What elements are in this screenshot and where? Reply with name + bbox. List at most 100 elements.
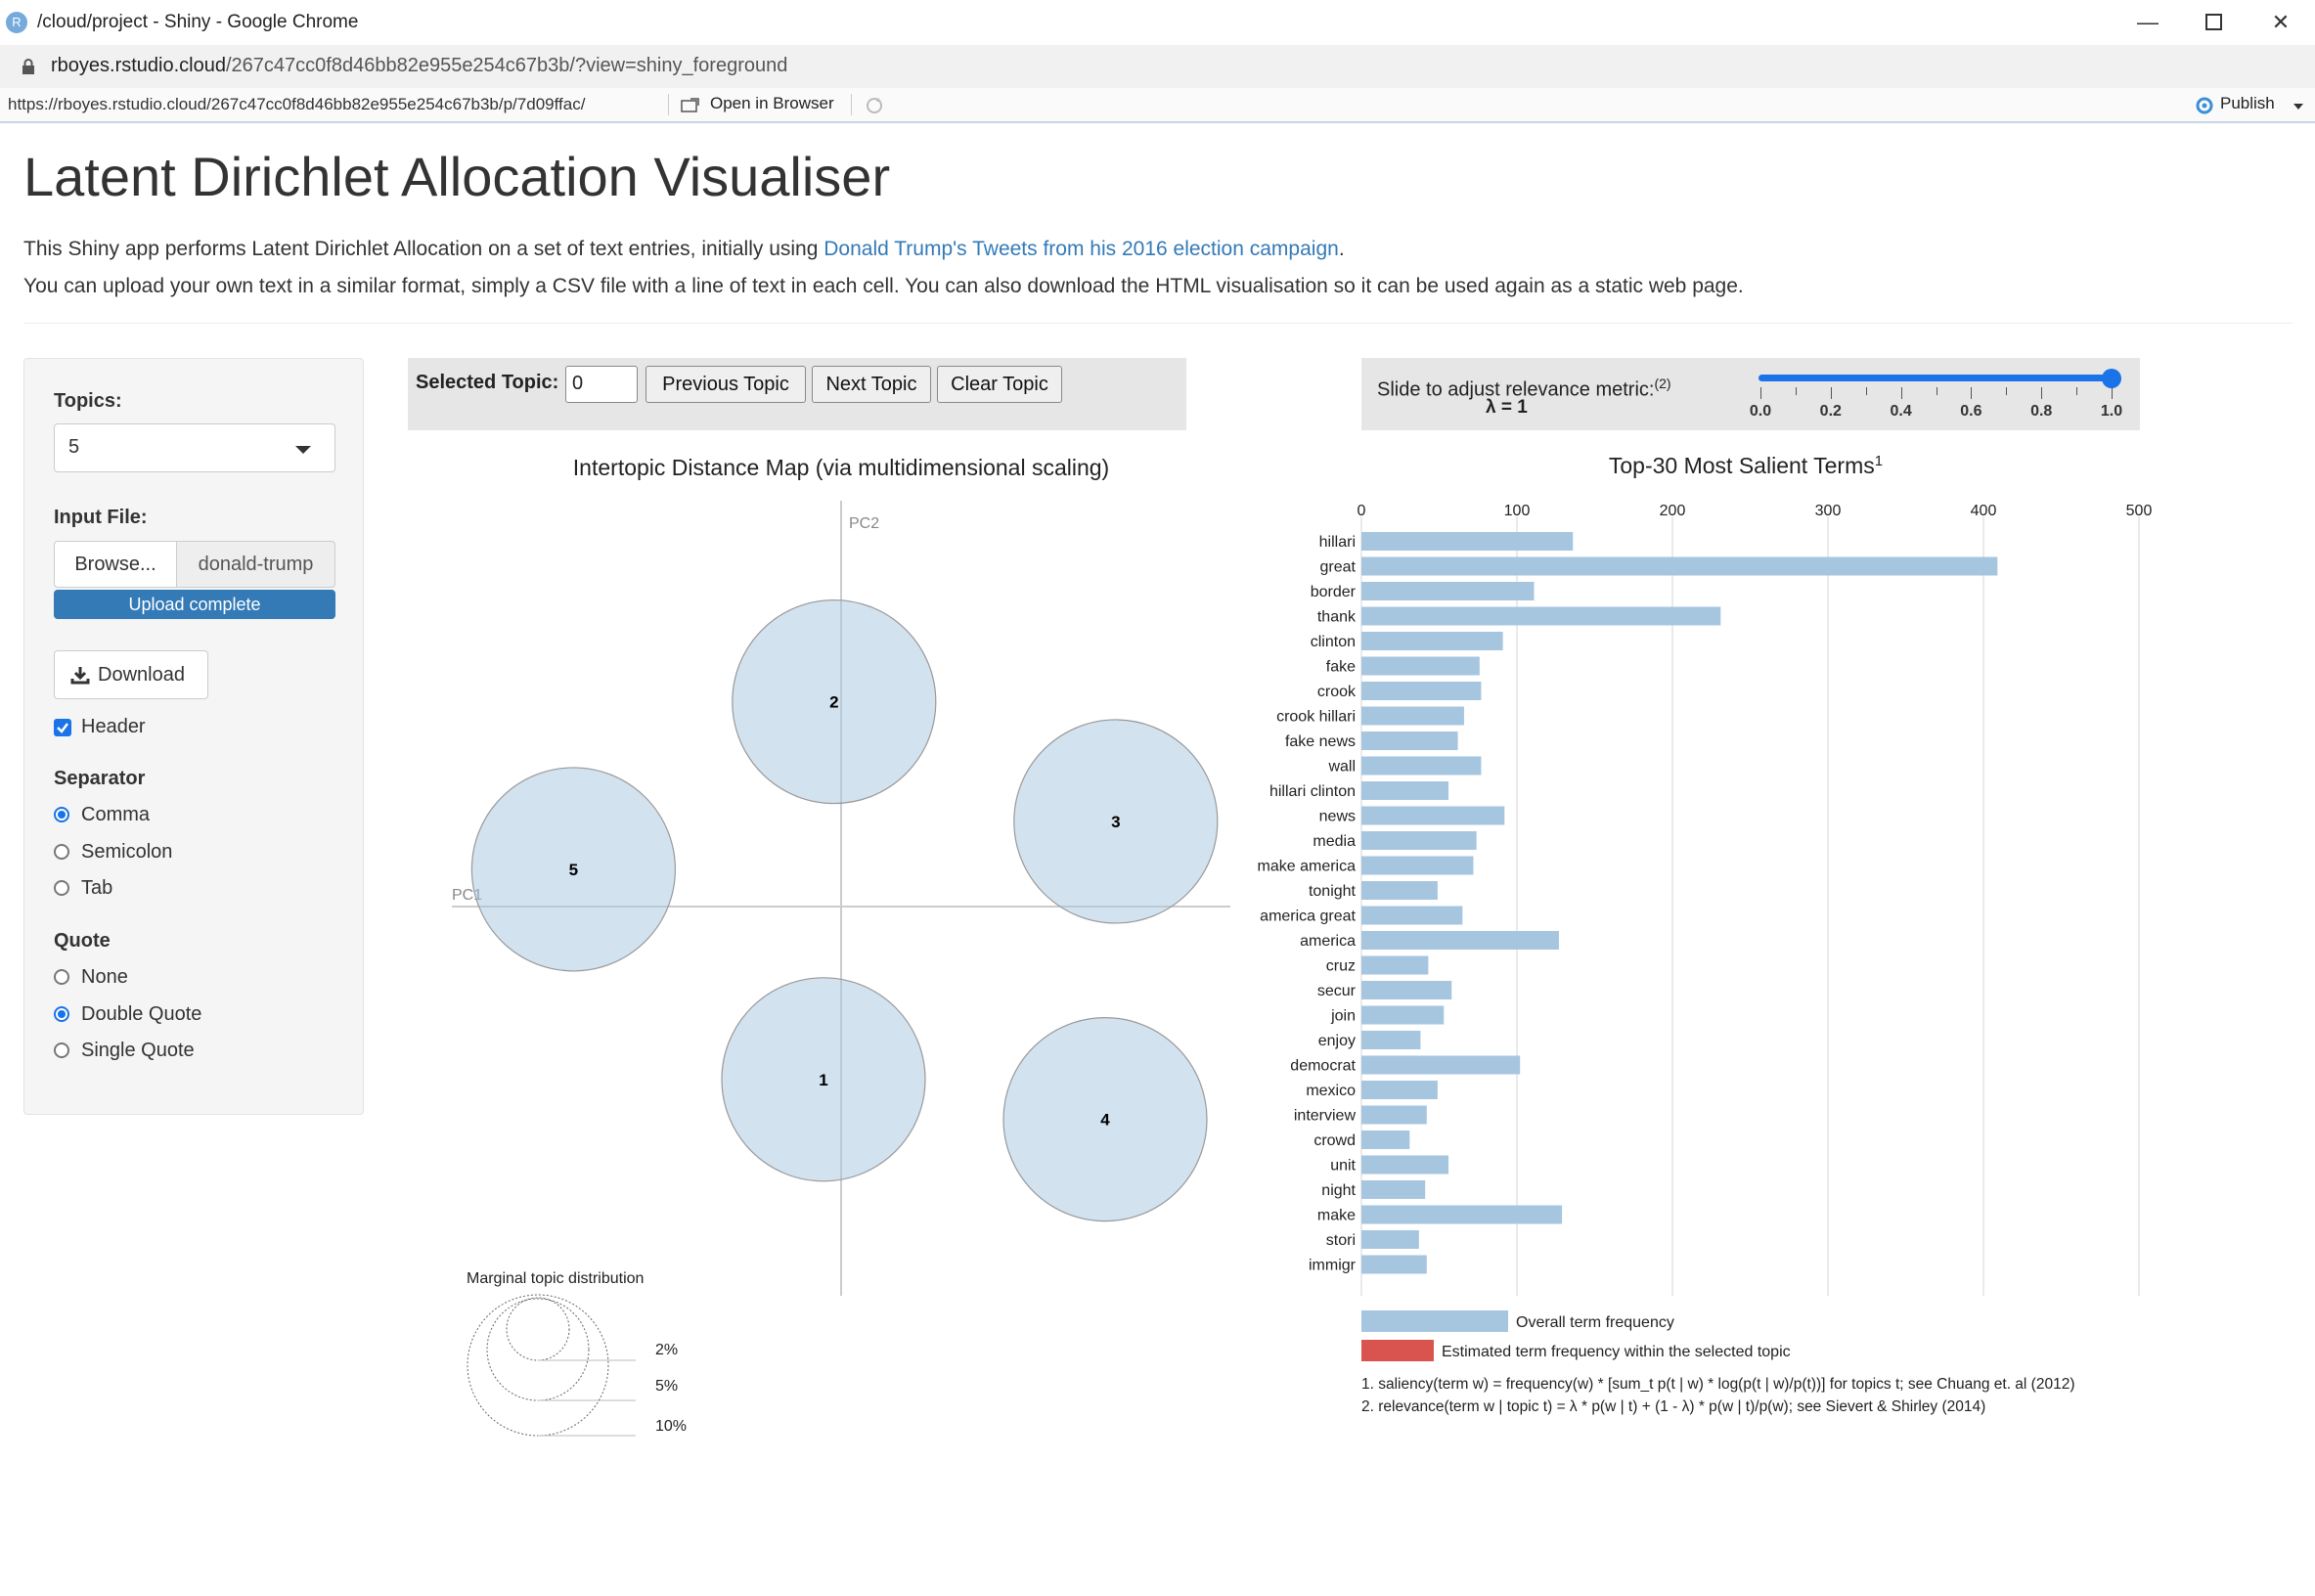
- term-bar[interactable]: [1361, 656, 1480, 676]
- term-label[interactable]: cruz: [1326, 958, 1356, 975]
- tweets-dataset-link[interactable]: Donald Trump's Tweets from his 2016 elec…: [824, 238, 1339, 260]
- term-label[interactable]: crowd: [1313, 1132, 1356, 1149]
- term-label[interactable]: media: [1313, 833, 1356, 850]
- selected-topic-input[interactable]: 0: [565, 366, 638, 403]
- term-label[interactable]: immigr: [1309, 1258, 1357, 1274]
- term-label[interactable]: hillari clinton: [1269, 783, 1356, 800]
- term-label[interactable]: mexico: [1306, 1083, 1356, 1099]
- term-label[interactable]: border: [1311, 584, 1357, 600]
- refresh-icon[interactable]: [865, 96, 884, 115]
- term-bar[interactable]: [1361, 856, 1474, 875]
- header-checkbox[interactable]: [54, 719, 71, 736]
- separator-comma-radio[interactable]: [54, 807, 69, 822]
- browse-button[interactable]: Browse...: [54, 541, 177, 588]
- term-label[interactable]: great: [1320, 559, 1357, 576]
- term-bar[interactable]: [1361, 1081, 1438, 1099]
- term-bar[interactable]: [1361, 1105, 1427, 1125]
- download-button[interactable]: Download: [54, 650, 208, 699]
- term-label[interactable]: interview: [1294, 1108, 1357, 1125]
- relevance-slider-thumb[interactable]: [2102, 369, 2121, 388]
- file-name-field: donald-trump: [176, 541, 335, 588]
- term-bar[interactable]: [1361, 1130, 1410, 1149]
- term-label[interactable]: join: [1330, 1008, 1356, 1025]
- term-label[interactable]: crook hillari: [1276, 709, 1356, 726]
- term-bar[interactable]: [1361, 632, 1503, 650]
- term-label[interactable]: america great: [1260, 909, 1356, 925]
- term-bar[interactable]: [1361, 1230, 1419, 1249]
- slider-tick: [1795, 387, 1797, 395]
- open-in-browser-button[interactable]: Open in Browser: [710, 94, 834, 113]
- term-label[interactable]: unit: [1330, 1158, 1356, 1175]
- close-icon[interactable]: ✕: [2251, 6, 2310, 39]
- term-label[interactable]: america: [1300, 933, 1356, 950]
- topic-circle[interactable]: [470, 767, 677, 972]
- topics-select[interactable]: 5: [54, 423, 335, 472]
- term-bar[interactable]: [1361, 831, 1477, 850]
- quote-none-radio[interactable]: [54, 969, 69, 985]
- term-bar[interactable]: [1361, 582, 1535, 600]
- separator-semicolon-radio[interactable]: [54, 844, 69, 860]
- term-bar[interactable]: [1361, 931, 1559, 950]
- previous-topic-button[interactable]: Previous Topic: [646, 366, 806, 403]
- term-label[interactable]: fake: [1326, 659, 1356, 676]
- term-bar[interactable]: [1361, 706, 1464, 726]
- download-label: Download: [98, 664, 185, 686]
- maximize-icon[interactable]: [2185, 6, 2244, 39]
- term-bar[interactable]: [1361, 981, 1452, 999]
- term-label[interactable]: democrat: [1290, 1058, 1356, 1075]
- term-bar[interactable]: [1361, 1205, 1563, 1224]
- term-bar[interactable]: [1361, 1055, 1521, 1075]
- address-bar[interactable]: rboyes.rstudio.cloud/267c47cc0f8d46bb82e…: [0, 45, 2315, 89]
- term-bar[interactable]: [1361, 682, 1482, 700]
- publish-button[interactable]: Publish: [2220, 94, 2275, 113]
- topic-circle[interactable]: [732, 598, 937, 805]
- term-bar[interactable]: [1361, 732, 1458, 750]
- marginal-size-label: 10%: [655, 1418, 687, 1435]
- topic-circle[interactable]: [1013, 719, 1219, 924]
- term-label[interactable]: news: [1319, 809, 1356, 825]
- term-label[interactable]: crook: [1317, 684, 1357, 700]
- term-bar[interactable]: [1361, 756, 1482, 776]
- slider-tick: [1865, 387, 1867, 395]
- term-bar[interactable]: [1361, 806, 1505, 825]
- term-bar[interactable]: [1361, 906, 1463, 925]
- separator-tab-radio[interactable]: [54, 880, 69, 896]
- quote-label: Quote: [54, 930, 111, 952]
- topics-value: 5: [68, 436, 80, 458]
- term-bar[interactable]: [1361, 1031, 1421, 1049]
- term-bar[interactable]: [1361, 1255, 1427, 1274]
- term-bar[interactable]: [1361, 556, 1998, 576]
- url-text[interactable]: rboyes.rstudio.cloud/267c47cc0f8d46bb82e…: [51, 55, 787, 77]
- term-label[interactable]: enjoy: [1318, 1033, 1356, 1049]
- term-label[interactable]: thank: [1317, 609, 1357, 626]
- term-bar[interactable]: [1361, 781, 1449, 800]
- app-url[interactable]: https://rboyes.rstudio.cloud/267c47cc0f8…: [8, 95, 585, 114]
- term-label[interactable]: stori: [1326, 1232, 1356, 1249]
- next-topic-button[interactable]: Next Topic: [812, 366, 931, 403]
- term-label[interactable]: wall: [1327, 759, 1356, 776]
- term-bar[interactable]: [1361, 1180, 1426, 1199]
- term-label[interactable]: fake news: [1285, 733, 1356, 750]
- quote-double-radio[interactable]: [54, 1006, 69, 1022]
- term-label[interactable]: hillari: [1319, 534, 1356, 551]
- term-label[interactable]: tonight: [1309, 883, 1357, 900]
- topic-circle[interactable]: [721, 977, 926, 1182]
- term-bar[interactable]: [1361, 532, 1574, 551]
- term-bar[interactable]: [1361, 606, 1721, 626]
- term-label[interactable]: clinton: [1311, 634, 1356, 650]
- quote-single-radio[interactable]: [54, 1042, 69, 1058]
- term-label[interactable]: make america: [1258, 859, 1357, 875]
- term-bar[interactable]: [1361, 881, 1438, 900]
- minimize-icon[interactable]: —: [2118, 6, 2177, 39]
- relevance-slider-track[interactable]: [1759, 375, 2113, 381]
- clear-topic-button[interactable]: Clear Topic: [937, 366, 1062, 403]
- publish-dropdown-icon[interactable]: [2293, 104, 2303, 110]
- term-label[interactable]: make: [1317, 1208, 1356, 1224]
- term-bar[interactable]: [1361, 1005, 1445, 1025]
- topic-circle[interactable]: [1002, 1016, 1208, 1222]
- term-label[interactable]: secur: [1317, 983, 1357, 999]
- term-bar[interactable]: [1361, 1155, 1449, 1175]
- term-bar[interactable]: [1361, 955, 1429, 975]
- x-tick-label: 500: [2126, 503, 2153, 519]
- term-label[interactable]: night: [1321, 1182, 1356, 1199]
